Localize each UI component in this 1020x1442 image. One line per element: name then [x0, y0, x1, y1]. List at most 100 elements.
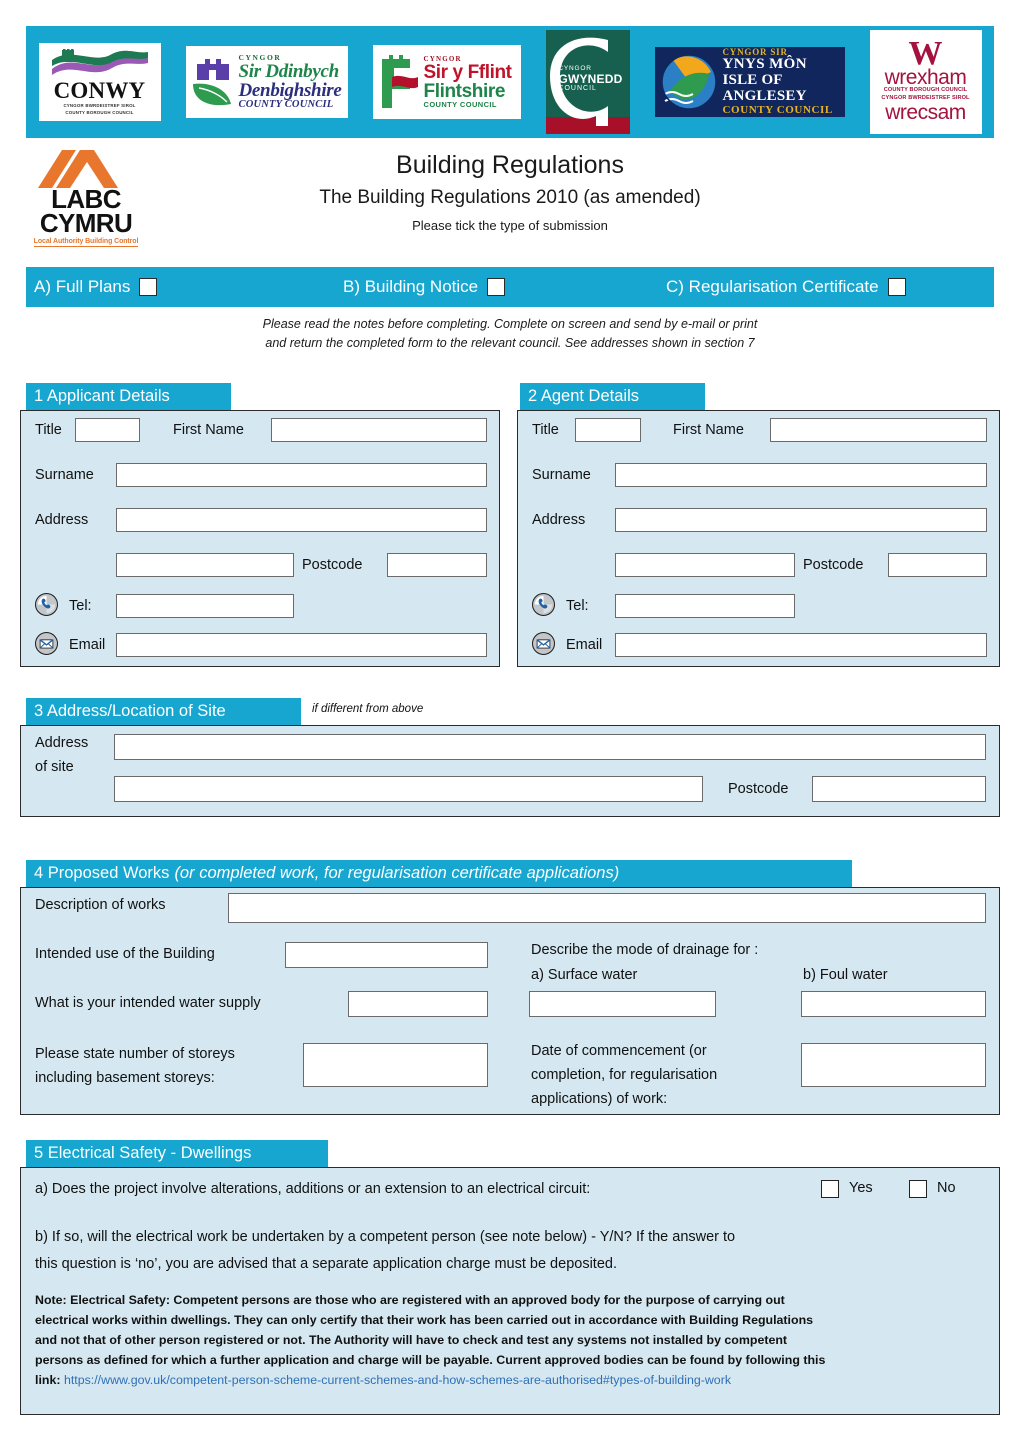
read-notes-line1: Please read the notes before completing.…: [262, 317, 758, 331]
site-address-input[interactable]: [114, 734, 986, 760]
section-4-header: 4 Proposed Works (or completed work, for…: [26, 860, 852, 887]
applicant-surname-label: Surname: [35, 467, 94, 483]
checkbox-electrical-yes[interactable]: [821, 1180, 839, 1198]
checkbox-regularisation[interactable]: [887, 278, 906, 296]
electrical-yes-label: Yes: [849, 1180, 873, 1196]
logo-wrexham-english: wrexham: [884, 65, 967, 89]
checkbox-electrical-no[interactable]: [909, 1180, 927, 1198]
storeys-label-line2: including basement storeys:: [35, 1070, 215, 1086]
note-link-label: link:: [35, 1373, 61, 1388]
submission-option-building-notice[interactable]: B) Building Notice: [343, 267, 506, 307]
council-logo-band: CONWY CYNGOR BWRDEISTREF SIROL COUNTY BO…: [26, 26, 994, 138]
read-notes-instruction: Please read the notes before completing.…: [0, 315, 1020, 354]
email-icon: [532, 632, 555, 655]
agent-email-label: Email: [566, 637, 603, 653]
logo-anglesey-welsh: YNYS MÔN: [722, 56, 807, 73]
applicant-tel-input[interactable]: [116, 594, 294, 618]
section-2-panel: Title First Name Surname Address Postcod…: [517, 410, 1000, 667]
logo-gwynedd-council: COUNCIL: [558, 85, 597, 93]
logo-denbighshire-council: COUNTY COUNCIL: [238, 98, 334, 110]
submission-option-regularisation[interactable]: C) Regularisation Certificate: [666, 267, 906, 307]
intended-use-input[interactable]: [285, 942, 488, 968]
logo-gwynedd-name: GWYNEDD: [558, 71, 623, 86]
applicant-first-name-input[interactable]: [271, 418, 487, 442]
applicant-surname-input[interactable]: [116, 463, 487, 487]
flintshire-castle-flag-mark: [378, 53, 420, 111]
agent-address-input[interactable]: [615, 508, 987, 532]
agent-postcode-input[interactable]: [888, 553, 987, 577]
logo-gwynedd: CYNGOR GWYNEDD COUNCIL: [545, 30, 630, 134]
logo-wrexham-sub1: COUNTY BOROUGH COUNCIL: [883, 87, 968, 94]
site-address-label-line2: of site: [35, 759, 74, 775]
section-2-title: 2 Agent Details: [528, 387, 639, 405]
section-3-header: 3 Address/Location of Site: [26, 698, 301, 725]
section-3-title: 3 Address/Location of Site: [34, 702, 226, 720]
agent-first-name-label: First Name: [673, 422, 744, 438]
section-1-header: 1 Applicant Details: [26, 383, 231, 410]
description-of-works-input[interactable]: [228, 893, 986, 923]
drainage-label: Describe the mode of drainage for :: [531, 942, 759, 958]
agent-tel-label: Tel:: [566, 598, 589, 614]
telephone-icon: [35, 593, 58, 616]
logo-conwy-sub1: CYNGOR BWRDEISTREF SIROL: [63, 102, 136, 108]
applicant-tel-label: Tel:: [69, 598, 92, 614]
storeys-label-line1: Please state number of storeys: [35, 1046, 235, 1062]
section-3-hint: if different from above: [312, 703, 424, 715]
foul-water-input[interactable]: [801, 991, 986, 1017]
checkbox-full-plans[interactable]: [139, 278, 158, 296]
checkbox-building-notice[interactable]: [487, 278, 506, 296]
section-5-header: 5 Electrical Safety - Dwellings: [26, 1140, 328, 1167]
agent-tel-input[interactable]: [615, 594, 795, 618]
water-supply-input[interactable]: [348, 991, 488, 1017]
note-line-1: Note: Electrical Safety: Competent perso…: [35, 1293, 785, 1307]
agent-email-input[interactable]: [615, 633, 987, 657]
commencement-date-input[interactable]: [801, 1043, 986, 1087]
submission-label-c: C) Regularisation Certificate: [666, 277, 879, 296]
tick-instruction: Please tick the type of submission: [412, 218, 608, 233]
applicant-address-input[interactable]: [116, 508, 487, 532]
applicant-postcode-label: Postcode: [302, 557, 363, 573]
storeys-input[interactable]: [303, 1043, 488, 1087]
logo-anglesey: CYNGOR SIR YNYS MÔN ISLE OF ANGLESEY COU…: [654, 47, 845, 117]
submission-label-b: B) Building Notice: [343, 277, 479, 296]
section-4-panel: Description of works Intended use of the…: [20, 887, 1000, 1115]
applicant-email-input[interactable]: [116, 633, 487, 657]
note-line-4: persons as defined for which a further a…: [35, 1353, 826, 1368]
agent-address-line2-input[interactable]: [615, 553, 795, 577]
logo-conwy: CONWY CYNGOR BWRDEISTREF SIROL COUNTY BO…: [38, 43, 161, 121]
page-title: Building Regulations: [396, 151, 624, 179]
logo-conwy-sub2: COUNTY BOROUGH COUNCIL: [65, 109, 134, 115]
surface-water-label: a) Surface water: [531, 967, 638, 983]
form-page: CONWY CYNGOR BWRDEISTREF SIROL COUNTY BO…: [0, 0, 1020, 1442]
applicant-address-line2-input[interactable]: [116, 553, 294, 577]
foul-water-label: b) Foul water: [803, 967, 888, 983]
email-icon: [35, 632, 58, 655]
logo-gwynedd-text: CYNGOR GWYNEDD COUNCIL: [558, 65, 623, 93]
electrical-question-a: a) Does the project involve alterations,…: [35, 1181, 591, 1197]
site-postcode-input[interactable]: [812, 776, 986, 802]
logo-anglesey-council: COUNTY COUNCIL: [722, 103, 833, 116]
submission-option-full-plans[interactable]: A) Full Plans: [34, 267, 158, 307]
competent-person-scheme-link[interactable]: https://www.gov.uk/competent-person-sche…: [64, 1373, 731, 1387]
conwy-wave-mark: [50, 48, 150, 79]
site-postcode-label: Postcode: [728, 781, 789, 797]
electrical-safety-note: Note: Electrical Safety: Competent perso…: [35, 1290, 985, 1390]
applicant-postcode-input[interactable]: [387, 553, 487, 577]
agent-first-name-input[interactable]: [770, 418, 987, 442]
submission-type-bar: A) Full Plans B) Building Notice C) Regu…: [26, 267, 994, 307]
site-address-label-line1: Address: [35, 735, 89, 751]
section-5-title: 5 Electrical Safety - Dwellings: [34, 1144, 252, 1162]
section-2-header: 2 Agent Details: [520, 383, 705, 410]
applicant-email-label: Email: [69, 637, 106, 653]
applicant-title-input[interactable]: [75, 418, 140, 442]
agent-surname-input[interactable]: [615, 463, 987, 487]
agent-title-input[interactable]: [575, 418, 641, 442]
logo-flintshire-welsh: Sir y Fflint: [423, 61, 513, 83]
applicant-address-label: Address: [35, 512, 89, 528]
electrical-question-b-line2: this question is ‘no’, you are advised t…: [35, 1256, 617, 1272]
site-address-line2-input[interactable]: [114, 776, 703, 802]
section-1-title: 1 Applicant Details: [34, 387, 170, 405]
logo-wrexham: W wrexham COUNTY BOROUGH COUNCIL CYNGOR …: [869, 30, 982, 134]
surface-water-input[interactable]: [529, 991, 716, 1017]
logo-wrexham-welsh: wrecsam: [885, 100, 966, 124]
